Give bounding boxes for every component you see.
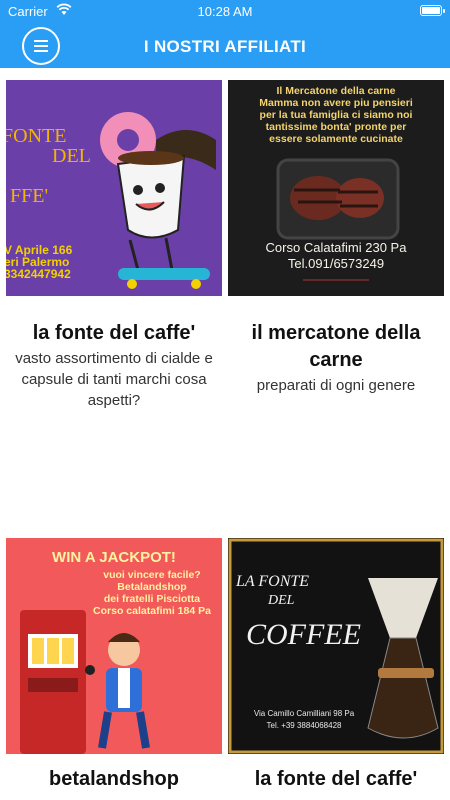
img-text: vuoi vincere facile?: [103, 569, 200, 581]
img-text: Corso Calatafimi 230 Pa: [266, 240, 408, 255]
img-text: DEL: [52, 145, 91, 167]
affiliate-image: LA FONTE DEL COFFEE Via Camillo Camillia…: [228, 538, 444, 754]
clock: 10:28 AM: [197, 4, 253, 19]
affiliate-name: il mercatone della carne: [251, 322, 421, 371]
img-text: per la tua famiglia ci siamo noi: [260, 109, 413, 121]
img-text: 3342447942: [6, 267, 71, 281]
battery-icon: [420, 5, 445, 16]
affiliate-name: betalandshop: [48, 768, 179, 790]
page-title: I NOSTRI AFFILIATI: [143, 37, 307, 56]
img-text: DEL: [267, 593, 295, 608]
img-text: tantissime bonta' pronte per: [266, 121, 407, 133]
app-header: Carrier 10:28 AM I NOSTRI AFFILIATI: [0, 0, 450, 68]
img-text: FFE': [10, 185, 48, 207]
img-text: Betalandshop: [117, 581, 186, 593]
affiliate-image: WIN A JACKPOT! vuoi vincere facile? Beta…: [6, 538, 222, 754]
affiliate-image: FONTE DEL FFE' V Aprile 166 eri Palermo …: [6, 80, 222, 296]
img-text: FONTE: [6, 125, 66, 147]
img-text: essere solamente cucinate: [269, 133, 403, 145]
affiliate-name: la fonte del caffe': [32, 322, 196, 344]
affiliate-description: preparati di ogni genere: [256, 377, 416, 394]
img-text: Tel.091/6573249: [288, 256, 384, 271]
img-text: Tel. +39 3884068428: [267, 721, 343, 730]
affiliate-name: la fonte del caffe': [254, 768, 418, 790]
affiliate-image: Il Mercatone della carne Mamma non avere…: [228, 80, 444, 296]
img-text: Mamma non avere piu pensieri: [259, 97, 413, 109]
img-text: LA FONTE: [235, 573, 309, 590]
img-text: Corso calatafimi 184 Pa: [93, 605, 211, 617]
status-bar: Carrier 10:28 AM: [0, 0, 450, 22]
img-text: COFFEE: [246, 618, 361, 651]
affiliate-description: vasto assortimento di cialde e capsule d…: [15, 350, 213, 409]
img-text: Via Camillo Camilliani 98 Pa: [254, 709, 355, 718]
img-text: WIN A JACKPOT!: [52, 549, 176, 566]
img-text: dei fratelli Pisciotta: [104, 593, 200, 605]
img-text: Il Mercatone della carne: [276, 85, 395, 97]
